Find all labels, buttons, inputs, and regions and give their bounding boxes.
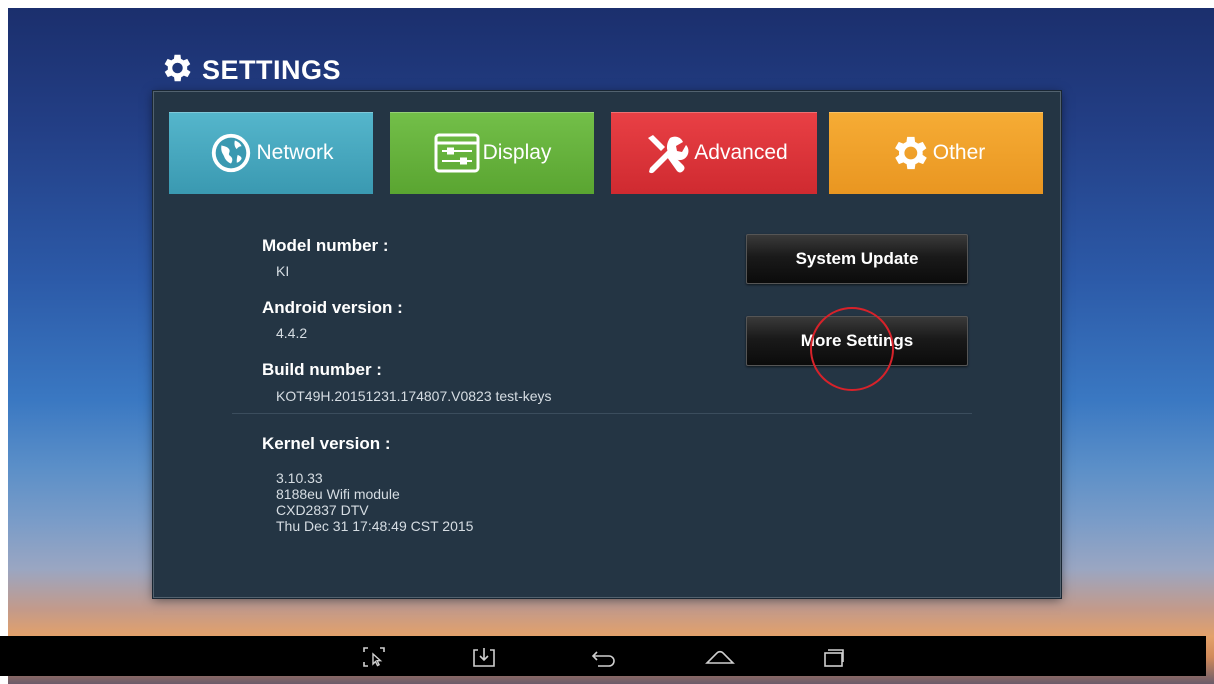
tab-advanced-label: Advanced — [694, 141, 788, 164]
screenshot-icon[interactable] — [356, 644, 392, 670]
build-number-label: Build number : — [262, 360, 382, 379]
kernel-version-label: Kernel version : — [262, 434, 391, 453]
tools-icon — [640, 130, 692, 176]
kernel-version-line: CXD2837 DTV — [276, 502, 369, 518]
kernel-version-line: 3.10.33 — [276, 470, 323, 486]
model-number-label: Model number : — [262, 236, 389, 255]
home-icon[interactable] — [702, 644, 738, 670]
tab-network-label: Network — [256, 141, 334, 164]
android-version-label: Android version : — [262, 298, 403, 317]
system-update-button[interactable]: System Update — [746, 234, 968, 284]
tab-network[interactable]: Network — [169, 112, 373, 194]
tab-display-label: Display — [482, 141, 552, 164]
page-title-text: SETTINGS — [202, 54, 342, 85]
tab-display[interactable]: Display — [390, 112, 594, 194]
model-number-value: KI — [276, 263, 290, 279]
build-number-value: KOT49H.20151231.174807.V0823 test-keys — [276, 388, 552, 404]
recents-icon[interactable] — [816, 644, 852, 670]
divider — [232, 413, 972, 414]
download-icon[interactable] — [466, 644, 502, 670]
back-icon[interactable] — [586, 644, 622, 670]
kernel-version-line: 8188eu Wifi module — [276, 486, 400, 502]
tab-other-label: Other — [932, 141, 986, 164]
tab-advanced[interactable]: Advanced — [611, 112, 817, 194]
kernel-version-line: Thu Dec 31 17:48:49 CST 2015 — [276, 518, 474, 534]
gear-icon — [887, 131, 931, 175]
gear-icon — [158, 50, 194, 91]
more-settings-button[interactable]: More Settings — [746, 316, 968, 366]
display-settings-icon — [433, 132, 481, 174]
tab-other[interactable]: Other — [829, 112, 1043, 194]
page-title: SETTINGS — [158, 48, 341, 92]
android-version-value: 4.4.2 — [276, 325, 308, 341]
globe-icon — [208, 130, 254, 176]
